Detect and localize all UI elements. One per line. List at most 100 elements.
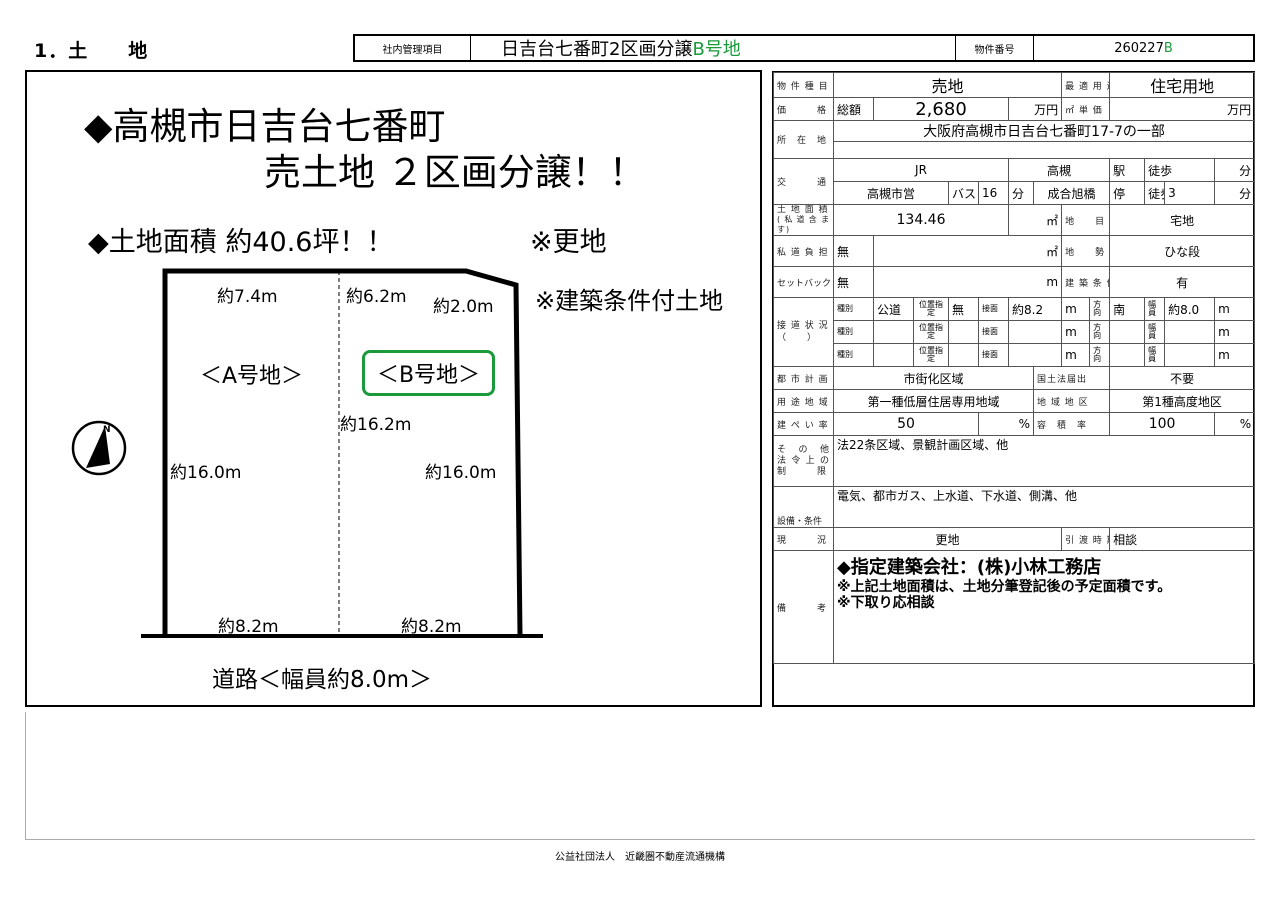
private-road-unit: ㎡ <box>872 235 1063 267</box>
number-label: 物件番号 <box>956 36 1034 60</box>
road2-width-unit: m <box>1214 320 1256 344</box>
far-label: 容 積 率 <box>1032 412 1111 436</box>
price-value: 2,680 <box>873 97 1009 121</box>
district-value: 第1種高度地区 <box>1109 389 1256 413</box>
row-other: そ の 他 法 令 上 の 制 限 法22条区域、景観計画区域、他 <box>773 435 1256 487</box>
address-value: 大阪府高槻市日吉台七番町17-7の一部 <box>832 120 1256 142</box>
type-label: 物 件 種 目 <box>773 72 834 98</box>
road2-set-label: 接面 <box>978 320 1009 344</box>
row-access-1: 交 通 JR 高槻 駅 徒歩 分 <box>773 158 1256 205</box>
road-dir-value: 南 <box>1109 297 1146 321</box>
road2-set-unit: m <box>1061 320 1091 344</box>
row-bcr: 建 ぺ い 率 50 % 容 積 率 100 % <box>773 412 1256 436</box>
status-label: 現 況 <box>773 527 834 551</box>
far-unit: % <box>1214 412 1256 436</box>
access-eki: 駅 <box>1109 158 1146 182</box>
setback-label: セットバック <box>773 266 834 298</box>
setback-unit: m <box>872 266 1063 298</box>
road2-width-label: 幅員 <box>1144 320 1166 344</box>
kokudo-value: 不要 <box>1109 366 1256 390</box>
row-land-area: 土 地 面 積 (私道含ます) 134.46 ㎡ 地 目 宅地 <box>773 204 1256 236</box>
price-prefix: 総額 <box>833 97 874 121</box>
road2-kind-label: 種別 <box>833 320 874 344</box>
road3-width-label: 幅員 <box>1144 343 1166 367</box>
access-walk-1: 徒歩 <box>1144 158 1216 182</box>
row-setback: セットバック 無 m 建 築 条 件 有 <box>773 266 1256 298</box>
remarks-line-1: ◆指定建築会社：(株)小林工務店 <box>837 557 1102 578</box>
row-zone: 用 途 地 域 第一種低層住居専用地域 地 域 地 区 第1種高度地区 <box>773 389 1256 413</box>
status-value: 更地 <box>832 527 1063 551</box>
notes-area <box>25 712 1255 840</box>
row-facilities: 設備・条件 電気、都市ガス、上水道、下水道、側溝、他 <box>773 486 1256 528</box>
access-min-2: 3 <box>1164 181 1216 205</box>
access-bus: バス <box>948 181 979 205</box>
price-unit: 万円 <box>1007 97 1063 121</box>
remarks-label: 備 考 <box>773 550 834 664</box>
remarks-line-3: ※下取り応相談 <box>837 595 935 611</box>
road-set-label: 接面 <box>978 297 1009 321</box>
row-access-2: 高槻市営 バス 16 分 成合旭橋 停 徒歩 3 分 <box>774 181 1256 205</box>
dim-b-side: 約16.0m <box>425 463 497 483</box>
handover-label: 引 渡 時 期 <box>1061 527 1111 551</box>
access-unit-1: 分 <box>1214 158 1256 182</box>
land-area-unit: ㎡ <box>1007 204 1063 236</box>
zone-label: 用 途 地 域 <box>773 389 834 413</box>
bcr-label: 建 ぺ い 率 <box>773 412 834 436</box>
road-width-value: 約8.0 <box>1164 297 1216 321</box>
price-label: 価 格 <box>773 97 834 121</box>
road-pos-label: 位置指定 <box>913 297 949 321</box>
road-pos-value: 無 <box>948 297 979 321</box>
access-fun: 分 <box>1008 181 1034 205</box>
svg-text:N: N <box>103 425 111 435</box>
road3-kind-label: 種別 <box>833 343 874 367</box>
remarks-line-2: ※上記土地面積は、土地分筆登記後の予定面積です。 <box>837 579 1172 595</box>
north-arrow: N <box>71 420 127 476</box>
private-road-label: 私 道 負 担 <box>773 235 834 267</box>
road3-set-label: 接面 <box>978 343 1009 367</box>
row-road-2: 種別 位置指定 接面 m 方向 幅員 m <box>774 320 1256 344</box>
handover-value: 相談 <box>1109 527 1256 551</box>
land-area-label: 土 地 面 積 (私道含ます) <box>773 204 834 236</box>
footer-org: 公益社団法人 近畿圏不動産流通機構 <box>555 852 725 863</box>
road-set-value: 約8.2 <box>1007 297 1063 321</box>
row-address: 所 在 地 大阪府高槻市日吉台七番町17-7の一部 <box>773 120 1256 159</box>
chisei-label: 地 勢 <box>1061 235 1111 267</box>
zone-value: 第一種低層住居専用地域 <box>833 389 1034 413</box>
access-bus-min: 16 <box>978 181 1009 205</box>
property-name: 日吉台七番町2区画分譲 B号地 <box>471 36 956 60</box>
header-bar: 社内管理項目 日吉台七番町2区画分譲 B号地 物件番号 260227 B <box>353 34 1255 62</box>
spec-table: 物 件 種 目 売地 最 適 用 途 住宅用地 価 格 総額 2,680 万円 … <box>773 72 1256 664</box>
road-label: 接 道 状 況（ ） <box>773 297 834 367</box>
lot-b-label: ＜B号地＞ <box>362 350 495 396</box>
bcr-value: 50 <box>833 412 979 436</box>
dim-b-bottom: 約8.2m <box>401 617 462 637</box>
dim-b-top: 約6.2m <box>346 287 407 307</box>
road-width-label: 幅員 <box>1144 297 1166 321</box>
unit-price-unit: 万円 <box>1109 97 1256 121</box>
facilities-value: 電気、都市ガス、上水道、下水道、側溝、他 <box>832 486 1256 528</box>
lot-boundary <box>162 268 523 636</box>
lot-a-label: ＜A号地＞ <box>200 364 304 389</box>
remarks-value: ◆指定建築会社：(株)小林工務店 ※上記土地面積は、土地分筆登記後の予定面積です… <box>832 550 1256 664</box>
chimoku-value: 宅地 <box>1109 204 1256 236</box>
use-value: 住宅用地 <box>1109 72 1256 98</box>
access-label: 交 通 <box>773 158 834 205</box>
access-stop: 成合旭橋 <box>1032 181 1111 205</box>
kokudo-label: 国土法届出 <box>1032 366 1111 390</box>
other-value: 法22条区域、景観計画区域、他 <box>832 435 1256 487</box>
dim-a-side: 約16.0m <box>170 463 242 483</box>
property-number-suffix: B <box>1163 40 1173 56</box>
city-plan-label: 都 市 計 画 <box>773 366 834 390</box>
dim-a-top: 約7.4m <box>217 287 278 307</box>
road-set-unit: m <box>1061 297 1091 321</box>
row-road-3: 種別 位置指定 接面 m 方向 幅員 m <box>774 343 1256 367</box>
property-number-text: 260227 <box>1114 40 1164 56</box>
road-kind-label: 種別 <box>833 297 874 321</box>
row-price: 価 格 総額 2,680 万円 ㎡ 単 価 万円 <box>773 97 1256 121</box>
unit-price-label: ㎡ 単 価 <box>1061 97 1111 121</box>
access-tei: 停 <box>1109 181 1146 205</box>
land-area-value: 134.46 <box>833 204 1009 236</box>
chisei-value: ひな段 <box>1109 235 1256 267</box>
road-width-unit: m <box>1214 297 1256 321</box>
facilities-label: 設備・条件 <box>773 486 834 528</box>
